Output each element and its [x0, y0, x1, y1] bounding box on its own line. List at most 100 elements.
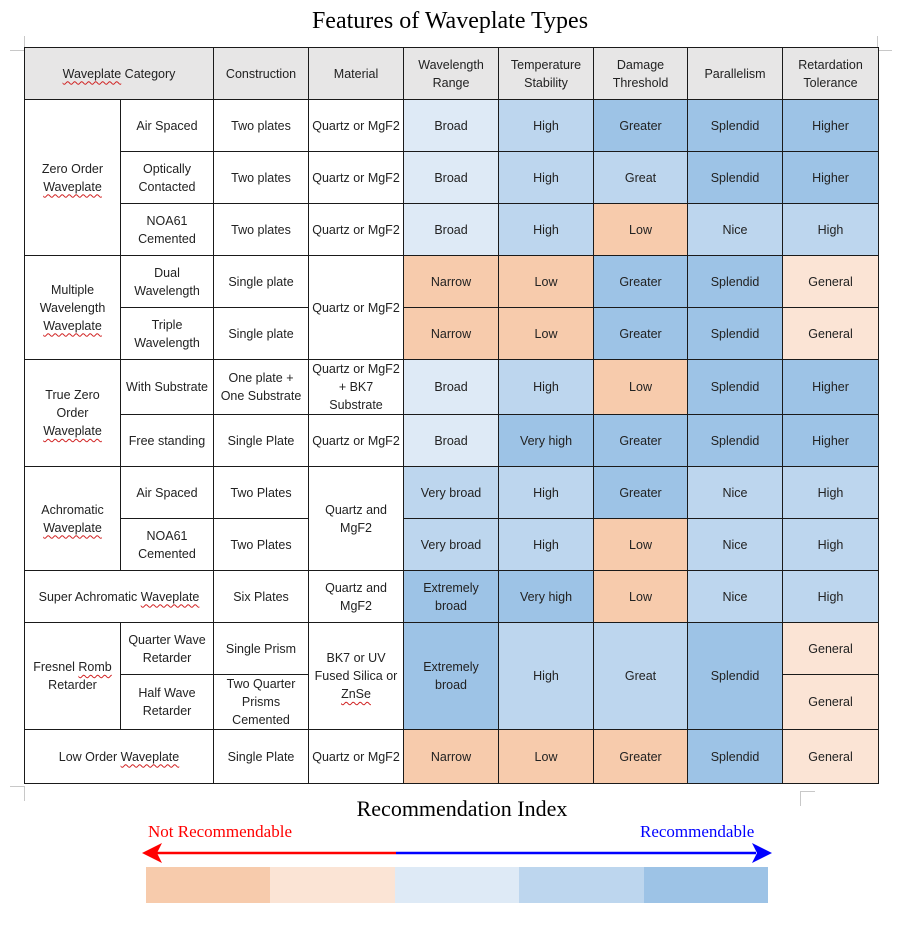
damage-cell: Greater [593, 99, 689, 152]
temperature-cell: High [498, 359, 595, 415]
damage-cell: Greater [593, 466, 689, 519]
legend-swatch-level-2 [270, 867, 395, 903]
category-text: Zero Order [41, 161, 104, 176]
legend-swatch-level-5 [643, 867, 768, 903]
spell-flagged-text: Romb [78, 660, 112, 674]
parallelism-cell: Splendid [687, 99, 784, 152]
spell-flagged-text: Waveplate [43, 520, 102, 535]
subtype-cell: Optically Contacted [119, 151, 215, 204]
material-cell: Quartz or MgF2 [308, 729, 405, 784]
material-cell: Quartz or MgF2 [308, 203, 405, 256]
damage-cell: Great [593, 622, 689, 730]
table-row: NOA61 Cemented Two plates Quartz or MgF2… [25, 203, 880, 256]
parallelism-cell: Splendid [687, 151, 784, 204]
legend-swatch-level-3 [394, 867, 520, 903]
temperature-cell: Very high [498, 570, 595, 623]
damage-cell: Low [593, 203, 689, 256]
material-cell: BK7 or UV Fused Silica or ZnSe [308, 622, 405, 730]
wavelength-cell: Broad [403, 414, 500, 467]
construction-cell: Single plate [213, 255, 310, 308]
construction-cell: Two plates [213, 99, 310, 152]
wavelength-cell: Extremely broad [403, 622, 500, 730]
construction-cell: Single Prism [213, 622, 310, 675]
page-title: Features of Waveplate Types [311, 8, 589, 34]
temperature-cell: High [498, 518, 595, 571]
spell-flagged-text: Waveplate [140, 589, 200, 604]
parallelism-cell: Splendid [687, 255, 784, 308]
parallelism-cell: Nice [687, 570, 784, 623]
category-cell: Achromatic Waveplate [24, 466, 121, 571]
parallelism-cell: Splendid [687, 414, 784, 467]
material-text: BK7 or UV Fused Silica or [314, 651, 398, 683]
material-cell: Quartz or MgF2 [308, 151, 405, 204]
page-corner-mark [877, 36, 892, 51]
spell-flagged-text: ZnSe [341, 687, 371, 701]
category-text: Low Order [58, 749, 121, 764]
temperature-cell: High [498, 466, 595, 519]
category-text: Fresnel [33, 660, 79, 674]
waveplate-features-table: Waveplate Category Construction Material… [23, 47, 880, 784]
legend-recommendable-label: Recommendable [640, 822, 755, 841]
recommendation-arrow [142, 843, 772, 863]
header-construction: Construction [213, 47, 310, 100]
category-cell: Fresnel Romb Retarder [24, 622, 121, 730]
table-row: Multiple Wavelength Waveplate Dual Wavelen… [24, 255, 880, 360]
temperature-cell: Low [498, 729, 595, 784]
subtype-cell: Air Spaced [119, 99, 215, 152]
retardation-cell: High [782, 518, 880, 571]
recommendation-color-scale [146, 867, 768, 903]
category-cell: Super Achromatic Waveplate [23, 570, 215, 623]
header-damage-threshold: Damage Threshold [593, 47, 689, 100]
legend-not-recommendable-label: Not Recommendable [148, 822, 292, 841]
spell-flagged-text: Waveplate [62, 66, 122, 81]
material-cell: Quartz or MgF2 [308, 255, 405, 360]
subtype-cell: Half Wave Retarder [119, 674, 215, 730]
category-text: Wavelength [39, 300, 106, 315]
header-retardation-tolerance: Retardation Tolerance [782, 47, 880, 100]
wavelength-cell: Broad [403, 151, 500, 204]
spell-flagged-text: Waveplate [43, 318, 102, 333]
spell-flagged-text: Waveplate [43, 424, 102, 438]
temperature-cell: High [498, 151, 595, 204]
retardation-cell: High [782, 570, 880, 623]
table-row: Super Achromatic Waveplate Six Plates Qu… [23, 570, 880, 623]
category-text: Retarder [48, 678, 97, 692]
damage-cell: Greater [593, 729, 689, 784]
legend-swatch-level-1 [146, 867, 271, 903]
header-wavelength-range: Wavelength Range [403, 47, 500, 100]
damage-cell: Low [593, 359, 689, 415]
category-text: Multiple [50, 282, 95, 297]
category-cell: Zero Order Waveplate [24, 99, 121, 256]
category-text: Super Achromatic [38, 589, 141, 604]
wavelength-cell: Narrow [403, 255, 500, 308]
temperature-cell: Very high [498, 414, 595, 467]
parallelism-cell: Nice [687, 203, 784, 256]
subtype-cell: Free standing [119, 414, 215, 467]
subtype-cell: Air Spaced [119, 466, 215, 519]
construction-cell: Two plates [213, 151, 310, 204]
subtype-cell: NOA61 Cemented [119, 518, 215, 571]
category-text: True Zero [45, 388, 100, 402]
temperature-cell: High [498, 203, 595, 256]
parallelism-cell: Splendid [687, 359, 784, 415]
material-cell: Quartz and MgF2 [308, 466, 405, 571]
temperature-cell: High [498, 99, 595, 152]
parallelism-cell: Splendid [687, 729, 784, 784]
retardation-cell: General [782, 622, 880, 675]
category-cell: Multiple Wavelength Waveplate [24, 255, 121, 360]
construction-cell: Single Plate [213, 414, 310, 467]
retardation-cell: High [782, 466, 880, 519]
category-cell: Low Order Waveplate [23, 729, 215, 784]
damage-cell: Low [593, 518, 689, 571]
wavelength-cell: Broad [403, 203, 500, 256]
subtype-cell: NOA61 Cemented [119, 203, 215, 256]
construction-cell: Two plates [213, 203, 310, 256]
wavelength-cell: Broad [403, 359, 500, 415]
material-cell: Quartz or MgF2 [308, 414, 405, 467]
spell-flagged-text: Waveplate [120, 749, 180, 764]
parallelism-cell: Nice [687, 518, 784, 571]
retardation-cell: Higher [782, 151, 880, 204]
temperature-cell: High [498, 622, 595, 730]
construction-cell: Single plate [213, 307, 310, 360]
material-cell: Quartz or MgF2 [308, 99, 405, 152]
